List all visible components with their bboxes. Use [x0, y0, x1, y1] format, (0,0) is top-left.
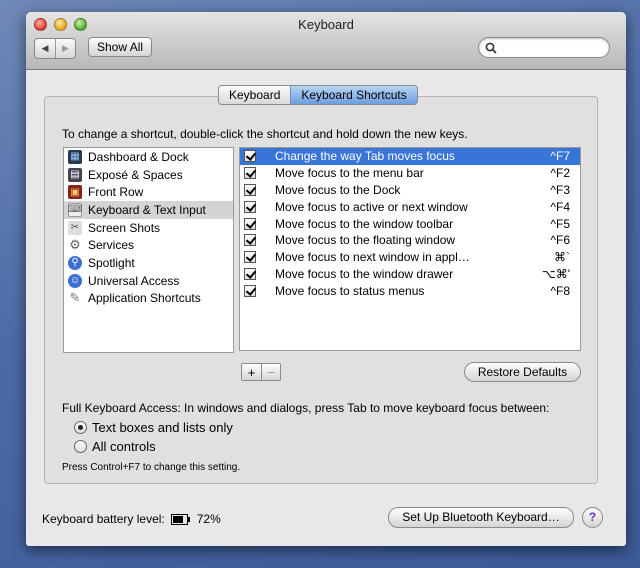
category-label: Universal Access	[88, 273, 180, 288]
control-f7-note: Press Control+F7 to change this setting.	[62, 462, 241, 473]
radio-button[interactable]	[74, 440, 87, 453]
category-label: Front Row	[88, 185, 144, 200]
shortcut-action: Move focus to the Dock	[275, 182, 401, 197]
enable-checkbox[interactable]	[244, 234, 256, 247]
shortcut-action: Move focus to the window toolbar	[275, 216, 454, 231]
shortcut-key[interactable]: ^F3	[550, 183, 570, 197]
back-forward-control: ◀ ▶	[34, 38, 76, 59]
add-shortcut-button[interactable]: +	[242, 364, 261, 380]
search-field[interactable]	[478, 37, 610, 58]
remove-shortcut-button[interactable]: −	[261, 364, 280, 380]
instructions-text: To change a shortcut, double-click the s…	[62, 127, 468, 141]
enable-checkbox[interactable]	[244, 167, 256, 180]
shortcut-row[interactable]: Move focus to active or next window ^F4	[240, 198, 580, 215]
shortcut-key[interactable]: ^F7	[550, 149, 570, 163]
full-keyboard-access-label: Full Keyboard Access: In windows and dia…	[62, 401, 550, 415]
enable-checkbox[interactable]	[244, 267, 256, 280]
enable-checkbox[interactable]	[244, 150, 256, 163]
battery-percentage: 72%	[196, 512, 221, 526]
enable-checkbox[interactable]	[244, 217, 256, 230]
tab-keyboard-shortcuts[interactable]: Keyboard Shortcuts	[290, 86, 417, 104]
universal-access-icon: ☺	[68, 273, 82, 288]
category-item[interactable]: ✂ Screen Shots	[64, 219, 233, 237]
battery-icon	[170, 513, 190, 525]
shortcuts-table: Change the way Tab moves focus ^F7 Move …	[239, 147, 581, 351]
radio-button-selected[interactable]	[74, 421, 87, 434]
category-item[interactable]: ▦ Dashboard & Dock	[64, 148, 233, 166]
enable-checkbox[interactable]	[244, 183, 256, 196]
shortcut-row[interactable]: Move focus to the Dock ^F3	[240, 182, 580, 199]
shortcut-row[interactable]: Move focus to the menu bar ^F2	[240, 165, 580, 182]
radio-text-boxes-only[interactable]: Text boxes and lists only	[74, 420, 233, 435]
shortcut-action: Move focus to the window drawer	[275, 266, 454, 281]
screenshot-icon: ✂	[68, 220, 82, 235]
window-title: Keyboard	[298, 17, 354, 32]
keyboard-preferences-window: Keyboard ◀ ▶ Show All Keyboard Keyboard …	[26, 12, 626, 546]
tab-bar: Keyboard Keyboard Shortcuts	[218, 85, 418, 105]
shortcut-key[interactable]: ^F5	[550, 217, 570, 231]
shortcut-row[interactable]: Move focus to status menus ^F8	[240, 282, 580, 299]
battery-label: Keyboard battery level:	[42, 512, 165, 526]
category-label: Keyboard & Text Input	[88, 202, 206, 217]
category-item[interactable]: ✎ Application Shortcuts	[64, 290, 233, 308]
radio-all-controls[interactable]: All controls	[74, 439, 156, 454]
shortcut-action: Move focus to the floating window	[275, 233, 456, 248]
setup-bluetooth-keyboard-button[interactable]: Set Up Bluetooth Keyboard…	[388, 507, 574, 528]
category-item[interactable]: ⚲ Spotlight	[64, 254, 233, 272]
shortcut-action: Move focus to next window in appl…	[275, 250, 470, 265]
title-bar: Keyboard ◀ ▶ Show All	[26, 12, 626, 70]
category-item[interactable]: ☺ Universal Access	[64, 272, 233, 290]
enable-checkbox[interactable]	[244, 251, 256, 264]
enable-checkbox[interactable]	[244, 284, 256, 297]
category-label: Exposé & Spaces	[88, 167, 183, 182]
category-label: Application Shortcuts	[88, 291, 201, 306]
battery-level: Keyboard battery level: 72%	[42, 512, 221, 526]
radio-label: All controls	[92, 439, 156, 454]
expose-icon: ▤	[68, 167, 82, 182]
shortcut-key[interactable]: ^F2	[550, 166, 570, 180]
shortcut-row[interactable]: Move focus to the window drawer ⌥⌘'	[240, 266, 580, 283]
front-row-icon: ▣	[68, 185, 82, 200]
shortcut-row[interactable]: Move focus to the floating window ^F6	[240, 232, 580, 249]
shortcut-action: Move focus to the menu bar	[275, 166, 424, 181]
enable-checkbox[interactable]	[244, 200, 256, 213]
shortcut-key[interactable]: ⌘`	[554, 250, 570, 264]
spotlight-icon: ⚲	[68, 255, 82, 270]
category-item[interactable]: ▤ Exposé & Spaces	[64, 166, 233, 184]
tab-keyboard[interactable]: Keyboard	[219, 86, 291, 104]
help-icon[interactable]: ?	[582, 507, 603, 528]
shortcut-row-selected[interactable]: Change the way Tab moves focus ^F7	[240, 148, 580, 165]
shortcut-key[interactable]: ^F8	[550, 284, 570, 298]
category-label: Spotlight	[88, 255, 135, 270]
show-all-button[interactable]: Show All	[88, 37, 153, 57]
search-icon	[485, 42, 497, 54]
category-item[interactable]: ▣ Front Row	[64, 183, 233, 201]
category-label: Services	[88, 238, 135, 253]
category-list: ▦ Dashboard & Dock ▤ Exposé & Spaces ▣ F…	[63, 147, 234, 353]
shortcut-action: Change the way Tab moves focus	[275, 149, 455, 164]
shortcut-action: Move focus to status menus	[275, 283, 425, 298]
application-icon: ✎	[69, 290, 81, 306]
restore-defaults-button[interactable]: Restore Defaults	[464, 362, 581, 382]
add-remove-control: + −	[241, 363, 281, 381]
keyboard-icon: ⌨	[67, 202, 83, 217]
dashboard-icon: ▦	[68, 149, 82, 164]
category-item-selected[interactable]: ⌨ Keyboard & Text Input	[64, 201, 233, 219]
shortcut-action: Move focus to active or next window	[275, 199, 468, 214]
radio-label: Text boxes and lists only	[92, 420, 233, 435]
category-item[interactable]: ⚙ Services	[64, 236, 233, 254]
services-gear-icon: ⚙	[69, 237, 81, 253]
back-arrow-icon[interactable]: ◀	[35, 39, 55, 58]
shortcut-key[interactable]: ⌥⌘'	[542, 267, 570, 281]
shortcut-row[interactable]: Move focus to next window in appl… ⌘`	[240, 249, 580, 266]
category-label: Screen Shots	[88, 220, 161, 235]
shortcut-key[interactable]: ^F6	[550, 233, 570, 247]
shortcut-row[interactable]: Move focus to the window toolbar ^F5	[240, 215, 580, 232]
category-label: Dashboard & Dock	[88, 149, 189, 164]
forward-arrow-icon[interactable]: ▶	[55, 39, 75, 58]
shortcut-key[interactable]: ^F4	[550, 200, 570, 214]
